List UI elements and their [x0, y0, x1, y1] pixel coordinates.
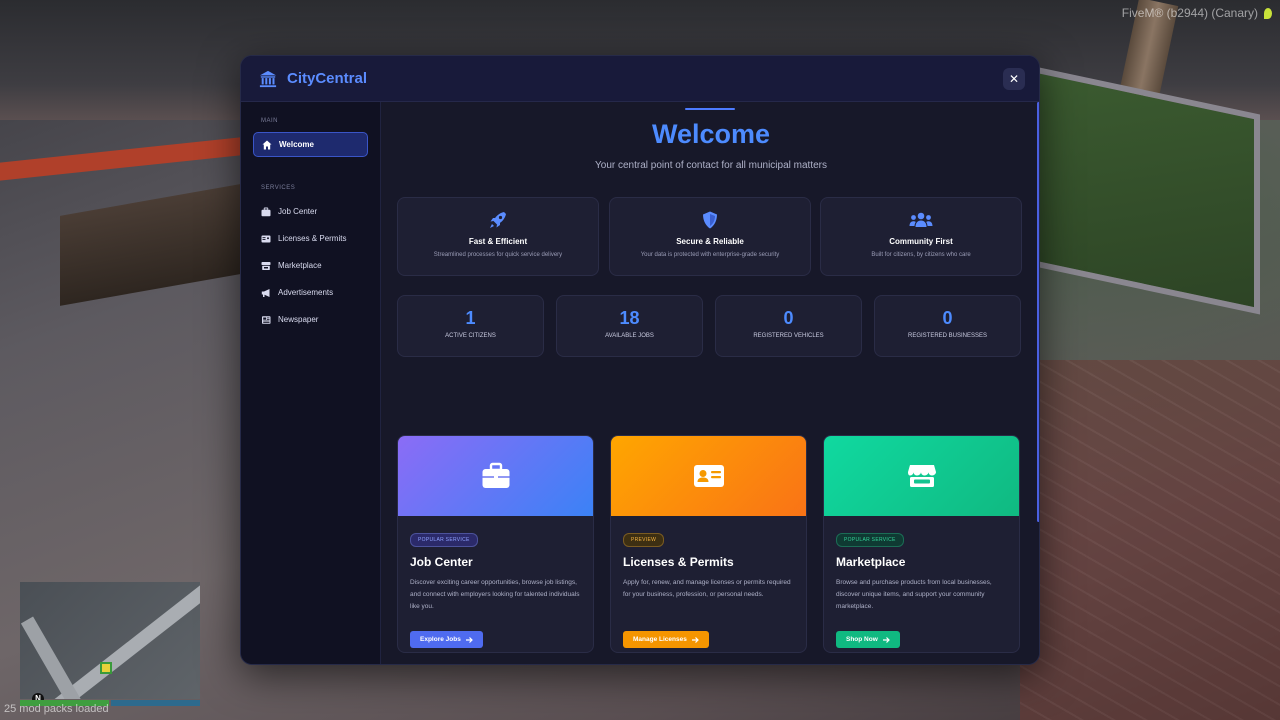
game-background-bench — [60, 184, 240, 306]
card-banner — [611, 436, 806, 516]
card-badge: PREVIEW — [623, 533, 665, 547]
sidebar-section-title: SERVICES — [261, 185, 296, 191]
card-description: Browse and purchase products from local … — [836, 579, 992, 610]
explore-jobs-button[interactable]: Explore Jobs — [410, 631, 483, 648]
store-icon — [261, 261, 271, 271]
sidebar-item-job-center[interactable]: Job Center — [253, 199, 368, 224]
stat-label: REGISTERED BUSINESSES — [907, 333, 988, 339]
sidebar-item-label: Marketplace — [278, 261, 322, 270]
sidebar-section-title: MAIN — [261, 118, 278, 124]
button-label: Manage Licenses — [633, 636, 687, 643]
stat-label: REGISTERED VEHICLES — [753, 333, 824, 339]
id-card-icon — [693, 465, 724, 487]
sidebar-item-label: Job Center — [278, 207, 318, 216]
citycentral-tablet: CityCentral ✕ MAIN Welcome SERVICES Job … — [240, 55, 1040, 665]
feature-title: Community First — [889, 237, 953, 246]
feature-description: Your data is protected with enterprise-g… — [640, 252, 780, 258]
armor-bar — [111, 700, 200, 706]
minimap — [20, 582, 200, 699]
feature-title: Secure & Reliable — [676, 237, 744, 246]
home-icon — [262, 140, 272, 150]
briefcase-icon — [261, 207, 271, 217]
card-description: Discover exciting career opportunities, … — [410, 579, 580, 610]
service-card-job-center[interactable]: POPULAR SERVICE Job Center Discover exci… — [397, 435, 594, 653]
minimap-player-blip — [100, 662, 112, 674]
game-background-curb — [0, 137, 240, 181]
sidebar-item-newspaper[interactable]: Newspaper — [253, 307, 368, 332]
stat-label: AVAILABLE JOBS — [605, 333, 654, 339]
sidebar-item-label: Advertisements — [278, 288, 334, 297]
sidebar-item-label: Welcome — [279, 140, 314, 149]
service-card-licenses[interactable]: PREVIEW Licenses & Permits Apply for, re… — [610, 435, 807, 653]
sidebar-item-marketplace[interactable]: Marketplace — [253, 253, 368, 278]
card-banner — [824, 436, 1019, 516]
fivem-logo-icon — [1264, 8, 1272, 19]
stat-label: ACTIVE CITIZENS — [445, 333, 496, 339]
stat-registered-vehicles: 0 REGISTERED VEHICLES — [715, 295, 862, 357]
store-icon — [907, 465, 936, 487]
service-card-marketplace[interactable]: POPULAR SERVICE Marketplace Browse and p… — [823, 435, 1020, 653]
shop-now-button[interactable]: Shop Now — [836, 631, 900, 648]
stat-active-citizens: 1 ACTIVE CITIZENS — [397, 295, 544, 357]
brand-name: CityCentral — [287, 70, 368, 87]
sidebar-item-label: Newspaper — [278, 315, 319, 324]
stat-value: 0 — [783, 308, 794, 328]
button-label: Shop Now — [846, 636, 878, 643]
stat-value: 18 — [619, 308, 640, 328]
main-content[interactable]: Welcome Your central point of contact fo… — [381, 102, 1039, 664]
shield-icon — [703, 211, 717, 229]
stat-registered-businesses: 0 REGISTERED BUSINESSES — [874, 295, 1021, 357]
arrow-right-icon — [465, 636, 473, 643]
sidebar-item-advertisements[interactable]: Advertisements — [253, 280, 368, 305]
arrow-right-icon — [691, 636, 699, 643]
game-background-bricks — [1020, 360, 1280, 720]
button-label: Explore Jobs — [420, 636, 461, 643]
arrow-right-icon — [882, 636, 890, 643]
rocket-icon — [490, 212, 506, 228]
card-title: Licenses & Permits — [623, 555, 734, 569]
fivem-build-label: FiveM® (b2944) (Canary) — [1121, 6, 1258, 20]
card-badge: POPULAR SERVICE — [836, 533, 904, 547]
sidebar: MAIN Welcome SERVICES Job Center License… — [241, 102, 381, 664]
page-title: Welcome — [651, 119, 771, 149]
sidebar-item-label: Licenses & Permits — [278, 234, 347, 243]
mods-loaded-text: 25 mod packs loaded — [4, 703, 109, 715]
feature-title: Fast & Efficient — [468, 237, 528, 246]
card-badge: POPULAR SERVICE — [410, 533, 478, 547]
tablet-header: CityCentral ✕ — [241, 56, 1039, 102]
newspaper-icon — [261, 315, 271, 325]
welcome-accent-bar — [685, 108, 735, 110]
bank-icon — [259, 70, 277, 87]
sidebar-item-welcome[interactable]: Welcome — [253, 132, 368, 157]
card-description: Apply for, renew, and manage licenses or… — [623, 579, 791, 598]
close-button[interactable]: ✕ — [1003, 68, 1025, 90]
feature-card: Secure & Reliable Your data is protected… — [609, 197, 811, 276]
sidebar-item-licenses[interactable]: Licenses & Permits — [253, 226, 368, 251]
page-subtitle: Your central point of contact for all mu… — [595, 160, 827, 171]
card-title: Marketplace — [836, 555, 906, 569]
users-icon — [909, 212, 933, 227]
card-banner — [398, 436, 593, 516]
close-icon: ✕ — [1008, 72, 1020, 86]
stat-available-jobs: 18 AVAILABLE JOBS — [556, 295, 703, 357]
stat-value: 1 — [465, 308, 476, 328]
feature-description: Streamlined processes for quick service … — [433, 252, 563, 258]
megaphone-icon — [261, 288, 271, 298]
briefcase-icon — [482, 462, 509, 488]
stat-value: 0 — [942, 308, 953, 328]
manage-licenses-button[interactable]: Manage Licenses — [623, 631, 709, 648]
feature-description: Built for citizens, by citizens who care — [871, 252, 971, 258]
id-card-icon — [261, 234, 271, 244]
minimap-road — [23, 582, 200, 699]
card-title: Job Center — [410, 555, 473, 569]
feature-card: Fast & Efficient Streamlined processes f… — [397, 197, 599, 276]
feature-card: Community First Built for citizens, by c… — [820, 197, 1022, 276]
